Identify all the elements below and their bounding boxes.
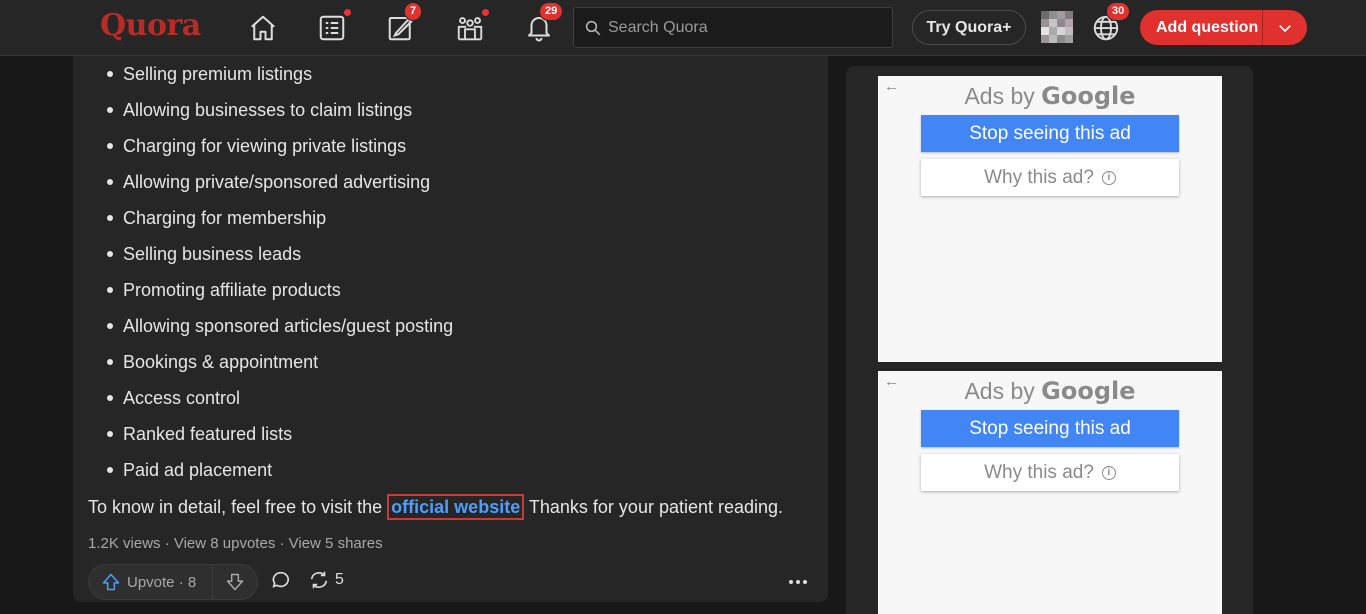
stop-seeing-ad-button[interactable]: Stop seeing this ad [921,115,1179,152]
why-this-ad-button[interactable]: Why this ad? i [921,159,1179,196]
add-question-label: Add question [1156,18,1259,36]
following-icon[interactable] [316,8,352,44]
list-item: Access control [107,380,453,416]
list-item: Promoting affiliate products [107,272,453,308]
answer-icon[interactable]: 7 [385,2,423,44]
downvote-button[interactable] [213,572,257,592]
list-item: Selling business leads [107,236,453,272]
ad-unit: ← Ads by Google Stop seeing this ad Why … [878,371,1222,614]
quora-logo[interactable]: Quora [100,8,201,43]
list-item: Paid ad placement [107,452,453,488]
more-options-icon[interactable] [786,570,810,599]
vote-group: Upvote · 8 [88,564,258,600]
search-box[interactable] [573,7,893,48]
action-bar: Upvote · 8 5 [88,564,813,600]
list-item: Allowing sponsored articles/guest postin… [107,308,453,344]
answer-badge: 7 [404,2,423,21]
ad-unit: ← Ads by Google Stop seeing this ad Why … [878,76,1222,362]
official-website-link[interactable]: official website [387,494,525,520]
share-button[interactable]: 5 [308,569,344,591]
ads-by-google-label: Ads by Google [964,377,1136,405]
ads-by-google-label: Ads by Google [964,82,1136,110]
globe-icon[interactable]: 30 [1090,2,1131,44]
avatar[interactable] [1041,11,1073,43]
closing-paragraph: To know in detail, feel free to visit th… [88,494,783,520]
list-item: Allowing businesses to claim listings [107,92,453,128]
chevron-down-icon[interactable] [1263,19,1307,37]
info-icon: i [1101,170,1116,185]
share-count: 5 [335,571,344,588]
top-nav-bar: Quora 7 29 Try Quora+ 30 Add question [0,0,1366,56]
try-quora-plus-button[interactable]: Try Quora+ [912,10,1026,45]
search-input[interactable] [608,18,868,37]
why-this-ad-button[interactable]: Why this ad? i [921,454,1179,491]
list-item: Ranked featured lists [107,416,453,452]
list-item: Allowing private/sponsored advertising [107,164,453,200]
answer-card: Selling premium listings Allowing busine… [73,56,828,602]
notifications-badge: 29 [539,2,564,21]
spaces-dot [481,8,490,17]
answer-stats[interactable]: 1.2K views · View 8 upvotes · View 5 sha… [88,535,383,552]
comment-button[interactable] [270,569,292,591]
search-icon [585,20,601,35]
spaces-icon[interactable] [454,8,490,44]
comment-icon [272,571,289,588]
list-item: Selling premium listings [107,56,453,92]
language-badge: 30 [1106,2,1131,21]
upvote-button[interactable]: Upvote · 8 [89,565,213,599]
reshare-icon [310,571,328,589]
list-item: Charging for membership [107,200,453,236]
list-item: Charging for viewing private listings [107,128,453,164]
home-icon[interactable] [247,12,279,44]
bell-icon[interactable]: 29 [523,2,564,44]
revenue-list: Selling premium listings Allowing busine… [107,56,453,488]
add-question-button[interactable]: Add question [1140,10,1307,45]
list-item: Bookings & appointment [107,344,453,380]
upvote-icon [102,573,120,591]
info-icon: i [1101,465,1116,480]
following-dot [343,8,352,17]
stop-seeing-ad-button[interactable]: Stop seeing this ad [921,410,1179,447]
downvote-icon [226,573,244,591]
